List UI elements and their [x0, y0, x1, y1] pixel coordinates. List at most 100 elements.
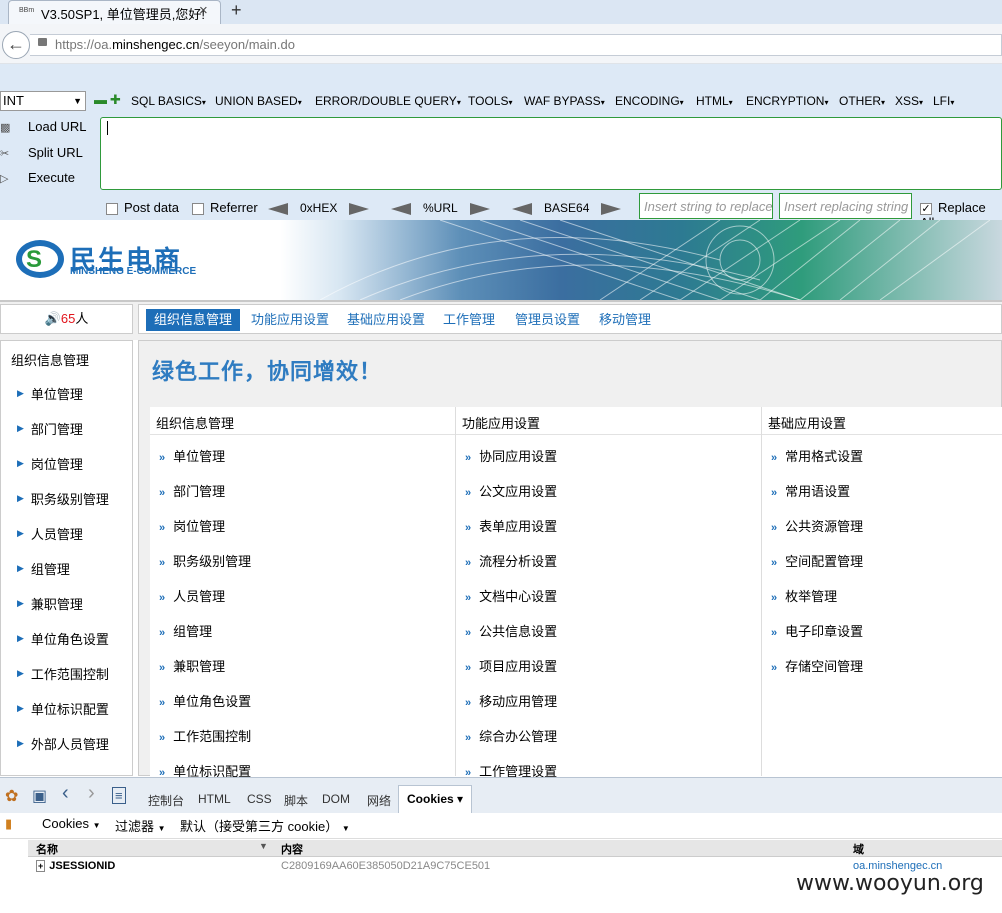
function-link[interactable]: » 公文应用设置	[465, 481, 557, 500]
function-link[interactable]: » 常用格式设置	[771, 446, 863, 465]
browser-tab[interactable]: BBm V3.50SP1, 单位管理员,您好! ×	[8, 0, 221, 24]
arrow-right-icon[interactable]	[349, 202, 370, 215]
function-link[interactable]: » 存储空间管理	[771, 656, 863, 675]
nav-tab-1[interactable]: 功能应用设置	[243, 309, 337, 331]
referrer-checkbox[interactable]: Referrer	[192, 200, 258, 215]
chevron-left-icon[interactable]: ‹	[62, 782, 69, 805]
hackbar-menu-6[interactable]: HTML▾	[696, 94, 733, 108]
hackbar-menu-7[interactable]: ENCRYPTION▾	[746, 94, 828, 108]
url-encode-control[interactable]: %URL	[391, 201, 490, 215]
hackbar-menu-8[interactable]: OTHER▾	[839, 94, 885, 108]
hackbar-menu-1[interactable]: UNION BASED▾	[215, 94, 302, 108]
function-link[interactable]: » 公共信息设置	[465, 621, 557, 640]
hackbar-menu-10[interactable]: LFI▾	[933, 94, 954, 108]
left-menu-item[interactable]: ▶ 职务级别管理	[17, 489, 109, 508]
replacing-string-input[interactable]: Insert replacing string	[779, 193, 912, 219]
function-link[interactable]: » 兼职管理	[159, 656, 225, 675]
minus-icon[interactable]: ▬	[94, 92, 107, 107]
function-link[interactable]: » 协同应用设置	[465, 446, 557, 465]
hackbar-menu-3[interactable]: TOOLS▾	[468, 94, 512, 108]
load-url-button[interactable]: ▩ Load URL	[0, 119, 87, 135]
function-link[interactable]: » 枚举管理	[771, 586, 837, 605]
devtools-tab-5[interactable]: 网络	[367, 792, 391, 809]
hackbar-menu-9[interactable]: XSS▾	[895, 94, 923, 108]
hex-encode-control[interactable]: 0xHEX	[268, 201, 370, 215]
left-menu-item[interactable]: ▶ 组管理	[17, 559, 70, 578]
expand-icon[interactable]: +	[36, 860, 46, 872]
left-menu-item[interactable]: ▶ 单位标识配置	[17, 699, 109, 718]
function-link[interactable]: » 组管理	[159, 621, 212, 640]
left-menu-item[interactable]: ▶ 外部人员管理	[17, 734, 109, 753]
devtools-tab-4[interactable]: DOM	[322, 792, 350, 806]
function-link[interactable]: » 单位角色设置	[159, 691, 251, 710]
hackbar-menu-0[interactable]: SQL BASICS▾	[131, 94, 206, 108]
nav-tab-0[interactable]: 组织信息管理	[146, 309, 241, 331]
nav-tab-3[interactable]: 工作管理	[435, 309, 503, 331]
arrow-left-icon[interactable]	[268, 202, 288, 215]
arrow-right-icon[interactable]	[469, 202, 490, 215]
cookies-menu[interactable]: Cookies ▼	[42, 816, 101, 831]
insert-string-input[interactable]: Insert string to replace	[639, 193, 773, 219]
devtools-tab-0[interactable]: 控制台	[148, 792, 184, 809]
function-link[interactable]: » 表单应用设置	[465, 516, 557, 535]
nav-tab-5[interactable]: 移动管理	[591, 309, 659, 331]
left-menu-item[interactable]: ▶ 工作范围控制	[17, 664, 109, 683]
column-header-domain[interactable]: 域	[853, 841, 864, 857]
function-link[interactable]: » 电子印章设置	[771, 621, 863, 640]
left-menu-item[interactable]: ▶ 兼职管理	[17, 594, 83, 613]
function-link[interactable]: » 职务级别管理	[159, 551, 251, 570]
post-data-checkbox[interactable]: Post data	[106, 200, 179, 215]
left-menu-item[interactable]: ▶ 部门管理	[17, 419, 83, 438]
inspect-icon[interactable]: ▣	[32, 786, 47, 806]
devtools-tab-2[interactable]: CSS	[247, 792, 272, 806]
cookie-row[interactable]: + JSESSIONID	[36, 860, 115, 872]
function-link[interactable]: » 常用语设置	[771, 481, 850, 500]
function-link[interactable]: » 综合办公管理	[465, 726, 557, 745]
column-header-name[interactable]: 名称	[36, 841, 58, 857]
function-link[interactable]: » 人员管理	[159, 586, 225, 605]
plus-icon[interactable]: ✚	[110, 92, 121, 108]
left-menu-item[interactable]: ▶ 岗位管理	[17, 454, 83, 473]
function-link[interactable]: » 岗位管理	[159, 516, 225, 535]
url-textarea[interactable]	[100, 117, 1002, 190]
type-select[interactable]: INT ▼	[0, 91, 86, 111]
function-link[interactable]: » 移动应用管理	[465, 691, 557, 710]
hackbar-menu-5[interactable]: ENCODING▾	[615, 94, 684, 108]
url-text[interactable]: https://oa.minshengec.cn/seeyon/main.do	[55, 37, 295, 52]
base64-encode-control[interactable]: BASE64	[512, 201, 622, 215]
function-link[interactable]: » 单位管理	[159, 446, 225, 465]
devtools-tab-3[interactable]: 脚本	[284, 792, 308, 809]
execute-button[interactable]: ▷ Execute	[0, 170, 75, 186]
nav-tab-2[interactable]: 基础应用设置	[339, 309, 433, 331]
default-policy-menu[interactable]: 默认（接受第三方 cookie） ▼	[180, 816, 350, 835]
function-link[interactable]: » 公共资源管理	[771, 516, 863, 535]
online-users[interactable]: 🔊65人	[0, 304, 133, 334]
command-line-icon[interactable]: ≡	[112, 787, 126, 804]
arrow-left-icon[interactable]	[512, 202, 532, 215]
function-link[interactable]: » 文档中心设置	[465, 586, 557, 605]
devtools-tab-1[interactable]: HTML	[198, 792, 231, 806]
function-link[interactable]: » 流程分析设置	[465, 551, 557, 570]
back-arrow-icon[interactable]: ←	[2, 31, 30, 59]
hackbar-menu-4[interactable]: WAF BYPASS▾	[524, 94, 605, 108]
new-tab-icon[interactable]: +	[231, 0, 242, 21]
chevron-right-icon[interactable]: ›	[88, 782, 95, 805]
function-link[interactable]: » 工作范围控制	[159, 726, 251, 745]
cookie-icon[interactable]: ▮	[5, 816, 12, 832]
function-link[interactable]: » 空间配置管理	[771, 551, 863, 570]
split-url-button[interactable]: ✂ Split URL	[0, 145, 83, 161]
left-menu-item[interactable]: ▶ 单位管理	[17, 384, 83, 403]
cookie-value[interactable]: C2809169AA60E385050D21A9C75CE501	[281, 860, 490, 872]
nav-tab-4[interactable]: 管理员设置	[507, 309, 588, 331]
devtools-tab-6[interactable]: Cookies ▾	[398, 785, 473, 813]
arrow-right-icon[interactable]	[601, 202, 622, 215]
column-header-content[interactable]: 内容	[281, 841, 303, 857]
left-menu-item[interactable]: ▶ 人员管理	[17, 524, 83, 543]
function-link[interactable]: » 部门管理	[159, 481, 225, 500]
hackbar-menu-2[interactable]: ERROR/DOUBLE QUERY▾	[315, 94, 461, 108]
arrow-left-icon[interactable]	[391, 202, 411, 215]
firebug-icon[interactable]: ✿	[5, 786, 18, 806]
close-tab-icon[interactable]: ×	[199, 2, 208, 19]
left-menu-item[interactable]: ▶ 单位角色设置	[17, 629, 109, 648]
filter-menu[interactable]: 过滤器 ▼	[115, 816, 166, 835]
